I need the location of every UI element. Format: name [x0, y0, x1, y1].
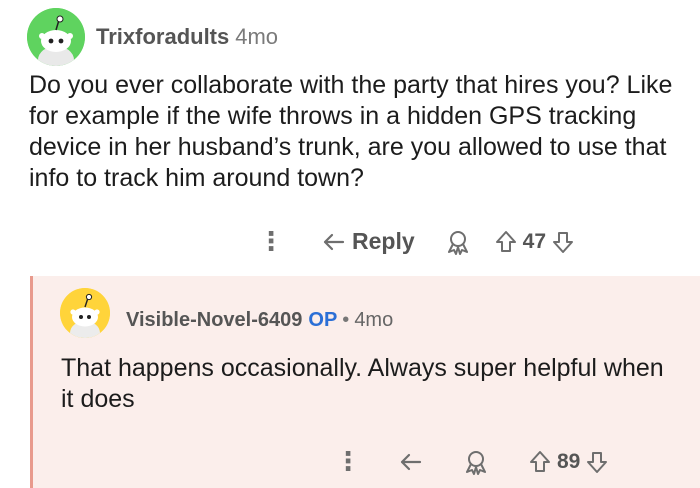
comment-header: Visible-Novel-6409 OP • 4mo — [126, 309, 393, 332]
upvote-button[interactable] — [495, 230, 517, 254]
downvote-button[interactable] — [586, 450, 608, 474]
reply-button[interactable] — [399, 452, 423, 472]
more-options-icon[interactable]: ⋮ — [258, 226, 284, 257]
reply-arrow-icon — [323, 233, 345, 250]
reply-arrow-icon — [400, 453, 422, 470]
comment-body: Do you ever collaborate with the party t… — [29, 71, 673, 192]
username[interactable]: Trixforadults — [96, 24, 229, 49]
reply-button[interactable]: Reply — [322, 228, 415, 255]
timestamp: 4mo — [235, 24, 279, 49]
user-avatar[interactable] — [60, 288, 110, 338]
award-icon — [466, 450, 486, 475]
comment-header: Trixforadults 4mo — [96, 24, 278, 50]
comment-actions: ⋮ 89 — [335, 446, 608, 477]
upvote-icon — [530, 450, 550, 472]
award-icon — [447, 230, 468, 255]
snoo-avatar-icon — [27, 8, 85, 66]
op-badge: OP — [308, 309, 338, 331]
vote-count: 89 — [557, 449, 581, 473]
snoo-avatar-icon — [60, 288, 110, 338]
downvote-icon — [587, 451, 608, 473]
more-options-icon[interactable]: ⋮ — [335, 446, 361, 477]
user-avatar[interactable] — [27, 8, 85, 66]
award-button[interactable] — [463, 449, 489, 475]
vote-count: 47 — [522, 229, 546, 253]
upvote-icon — [495, 230, 516, 252]
separator: • — [342, 309, 350, 331]
downvote-icon — [553, 231, 573, 253]
downvote-button[interactable] — [552, 230, 574, 254]
comment-body: That happens occasionally. Always super … — [61, 354, 664, 413]
timestamp: 4mo — [354, 309, 394, 331]
username[interactable]: Visible-Novel-6409 — [126, 309, 302, 331]
award-button[interactable] — [445, 229, 471, 255]
reply-label: Reply — [352, 228, 415, 254]
comment-actions: ⋮ Reply 47 — [258, 226, 574, 257]
upvote-button[interactable] — [529, 450, 551, 474]
